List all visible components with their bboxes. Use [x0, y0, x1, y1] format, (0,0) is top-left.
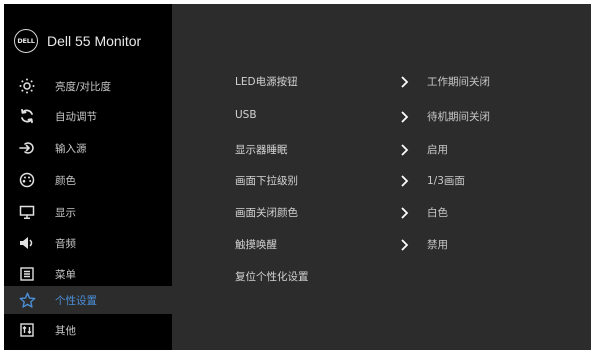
- setting-label: 复位个性化设置: [235, 271, 309, 283]
- sidebar-item-label: 颜色: [55, 174, 76, 187]
- setting-row-led-power[interactable]: LED电源按钮 工作期间关闭: [172, 70, 591, 92]
- setting-label: 触摸唤醒: [235, 239, 277, 251]
- speaker-icon: [18, 234, 36, 252]
- sidebar-item-label: 音频: [55, 237, 76, 250]
- dell-logo: DELL: [14, 29, 38, 53]
- sidebar-item-label: 菜单: [55, 268, 76, 281]
- sidebar-item-brightness[interactable]: 亮度/对比度: [4, 72, 172, 100]
- input-source-icon: [18, 139, 36, 157]
- chevron-right-icon: [399, 173, 411, 187]
- sidebar: DELL Dell 55 Monitor 亮度/对比度 自动调节 输入源 颜色 …: [4, 4, 172, 350]
- settings-panel: LED电源按钮 工作期间关闭 USB 待机期间关闭 显示器睡眠 启用 画面下拉级…: [172, 4, 591, 350]
- setting-value: 禁用: [427, 239, 448, 251]
- setting-row-screen-off-color[interactable]: 画面关闭颜色 白色: [172, 201, 591, 223]
- auto-adjust-icon: [18, 107, 36, 125]
- color-palette-icon: [18, 171, 36, 189]
- monitor-osd: DELL Dell 55 Monitor 亮度/对比度 自动调节 输入源 颜色 …: [4, 4, 591, 350]
- setting-value: 启用: [427, 144, 448, 156]
- sidebar-item-display[interactable]: 显示: [4, 198, 172, 226]
- setting-label: 画面下拉级别: [235, 175, 298, 187]
- setting-row-usb[interactable]: USB 待机期间关闭: [172, 105, 591, 127]
- sidebar-item-label: 亮度/对比度: [55, 80, 112, 93]
- sidebar-item-label: 显示: [55, 206, 76, 219]
- brand-header: DELL Dell 55 Monitor: [14, 28, 141, 54]
- setting-value: 白色: [427, 207, 448, 219]
- setting-label: 画面关闭颜色: [235, 207, 298, 219]
- chevron-right-icon: [399, 142, 411, 156]
- chevron-right-icon: [399, 237, 411, 251]
- sidebar-item-label: 输入源: [55, 142, 87, 155]
- setting-value: 待机期间关闭: [427, 111, 490, 123]
- setting-value: 1/3画面: [427, 175, 465, 187]
- sidebar-item-color[interactable]: 颜色: [4, 166, 172, 194]
- chevron-right-icon: [399, 205, 411, 219]
- sidebar-item-menu[interactable]: 菜单: [4, 260, 172, 288]
- sidebar-item-label: 个性设置: [55, 294, 97, 307]
- setting-row-reset-personalization[interactable]: 复位个性化设置: [172, 265, 591, 287]
- setting-row-pull-down-level[interactable]: 画面下拉级别 1/3画面: [172, 169, 591, 191]
- sidebar-item-others[interactable]: 其他: [4, 316, 172, 344]
- chevron-right-icon: [399, 74, 411, 88]
- setting-row-touch-wake[interactable]: 触摸唤醒 禁用: [172, 233, 591, 255]
- sidebar-item-auto-adjust[interactable]: 自动调节: [4, 102, 172, 130]
- display-icon: [18, 203, 36, 221]
- setting-row-monitor-sleep[interactable]: 显示器睡眠 启用: [172, 138, 591, 160]
- setting-label: USB: [235, 109, 257, 121]
- setting-value: 工作期间关闭: [427, 76, 490, 88]
- sidebar-item-label: 其他: [55, 324, 76, 337]
- sidebar-item-label: 自动调节: [55, 110, 97, 123]
- setting-label: 显示器睡眠: [235, 144, 288, 156]
- chevron-right-icon: [399, 109, 411, 123]
- brightness-icon: [18, 77, 36, 95]
- sidebar-item-input-source[interactable]: 输入源: [4, 134, 172, 162]
- sidebar-item-personalize[interactable]: 个性设置: [4, 286, 172, 314]
- star-icon: [18, 291, 36, 309]
- brand-title: Dell 55 Monitor: [47, 33, 142, 49]
- menu-list-icon: [18, 265, 36, 283]
- sidebar-item-audio[interactable]: 音频: [4, 229, 172, 257]
- others-icon: [18, 321, 36, 339]
- setting-label: LED电源按钮: [235, 76, 298, 88]
